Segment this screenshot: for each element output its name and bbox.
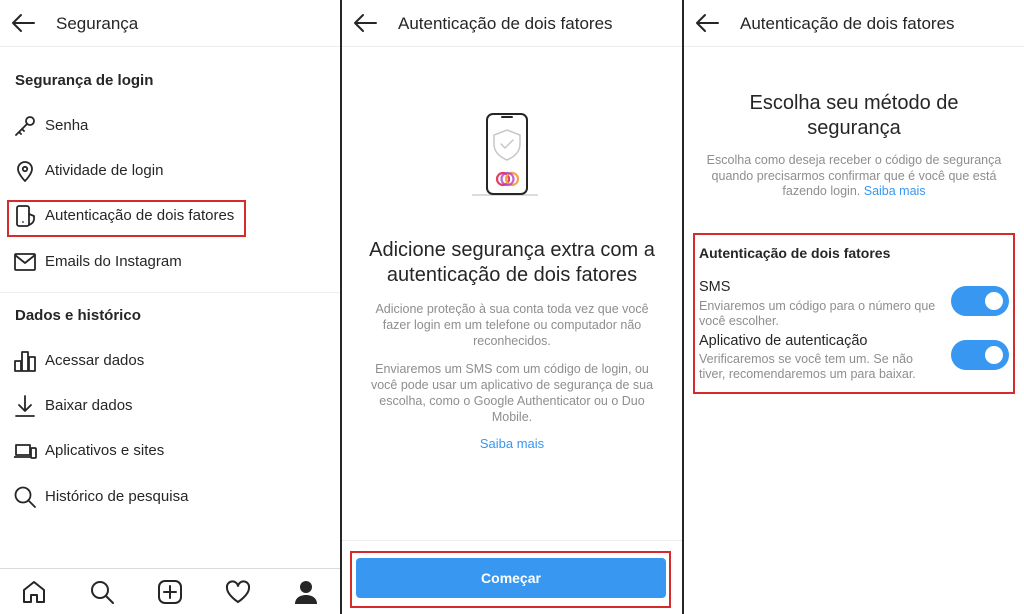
intro-description: Adicione proteção à sua conta toda vez q… (375, 302, 649, 348)
menu-item-label: Histórico de pesquisa (45, 488, 189, 505)
menu-item-label: Emails do Instagram (45, 253, 182, 270)
method-headline: Escolha seu método de segurança (749, 92, 959, 139)
two-factor-intro-screen: Autenticação de dois fatores Adicione se… (342, 0, 682, 614)
auth-app-toggle[interactable] (951, 340, 1009, 370)
add-post-icon[interactable] (157, 579, 183, 605)
menu-item-password[interactable]: Senha (0, 107, 340, 145)
menu-item-apps-sites[interactable]: Aplicativos e sites (0, 432, 340, 470)
highlight-box (7, 200, 246, 237)
option-desc-sms: Enviaremos um código para o número que v… (699, 299, 936, 328)
section-title-two-factor: Autenticação de dois fatores (699, 245, 891, 261)
menu-item-label: Baixar dados (45, 397, 133, 414)
devices-icon (14, 444, 37, 459)
menu-item-search-history[interactable]: Histórico de pesquisa (0, 478, 340, 516)
header: Autenticação de dois fatores (684, 0, 1024, 47)
key-icon (15, 116, 35, 136)
divider (342, 540, 682, 541)
method-description: Escolha como deseja receber o código de … (706, 153, 1002, 198)
phone-shield-illustration-icon (472, 113, 538, 196)
option-label-sms: SMS (699, 279, 731, 295)
location-pin-icon (17, 161, 33, 182)
menu-item-download-data[interactable]: Baixar dados (0, 387, 340, 425)
back-arrow-icon[interactable] (352, 12, 378, 34)
bottom-nav (0, 568, 340, 614)
menu-item-label: Acessar dados (45, 352, 145, 369)
toggle-knob (985, 346, 1003, 364)
menu-item-emails[interactable]: Emails do Instagram (0, 243, 340, 281)
menu-item-label: Atividade de login (45, 162, 164, 179)
sms-toggle[interactable] (951, 286, 1009, 316)
divider (0, 292, 340, 293)
learn-more-link[interactable]: Saiba mais (342, 436, 682, 451)
search-icon[interactable] (89, 579, 115, 605)
bar-chart-icon (14, 351, 36, 372)
security-method-screen: Autenticação de dois fatores Escolha seu… (684, 0, 1024, 614)
option-desc-auth-app: Verificaremos se você tem um. Se não tiv… (699, 352, 916, 381)
menu-item-label: Aplicativos e sites (45, 442, 165, 459)
learn-more-link[interactable]: Saiba mais (864, 184, 926, 198)
menu-item-login-activity[interactable]: Atividade de login (0, 152, 340, 190)
header: Autenticação de dois fatores (342, 0, 682, 47)
profile-icon[interactable] (293, 579, 319, 605)
page-title: Autenticação de dois fatores (740, 14, 955, 33)
download-icon (15, 395, 35, 417)
intro-headline: Adicione segurança extra com a autentica… (369, 239, 655, 286)
section-title-login: Segurança de login (15, 72, 154, 89)
option-label-auth-app: Aplicativo de autenticação (699, 333, 868, 349)
menu-item-access-data[interactable]: Acessar dados (0, 342, 340, 380)
menu-item-label: Senha (45, 117, 89, 134)
heart-icon[interactable] (225, 579, 251, 605)
search-icon (14, 486, 36, 508)
toggle-knob (985, 292, 1003, 310)
mail-icon (14, 253, 36, 271)
highlight-box (350, 551, 671, 608)
page-title: Segurança (56, 14, 139, 33)
intro-description: Enviaremos um SMS com um código de login… (370, 362, 654, 424)
back-arrow-icon[interactable] (10, 12, 36, 34)
back-arrow-icon[interactable] (694, 12, 720, 34)
security-screen: Segurança Segurança de login Senha Ativi… (0, 0, 340, 614)
page-title: Autenticação de dois fatores (398, 14, 613, 33)
section-title-data: Dados e histórico (15, 307, 141, 324)
home-icon[interactable] (21, 579, 47, 605)
header: Segurança (0, 0, 340, 47)
